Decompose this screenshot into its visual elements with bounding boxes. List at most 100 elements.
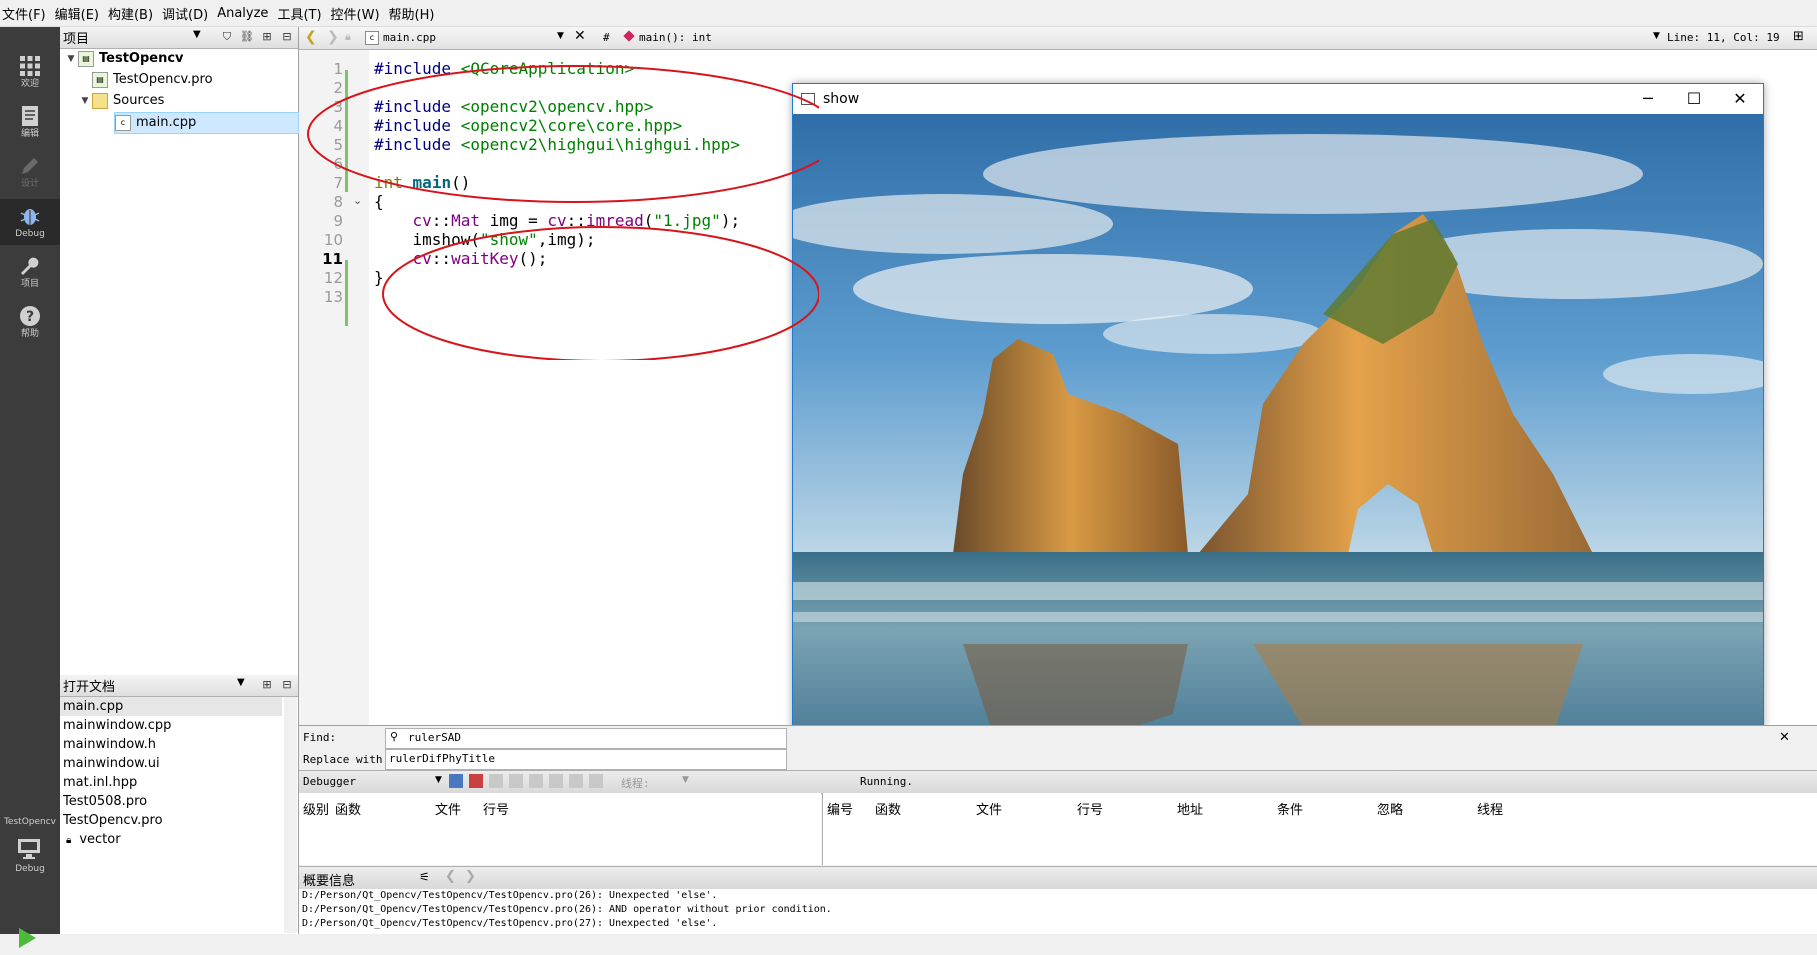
break-column-condition[interactable]: 条件 (1277, 799, 1303, 818)
tree-item-sources[interactable]: ▼ Sources (78, 91, 164, 111)
stack-column-function[interactable]: 函数 (335, 799, 361, 818)
chevron-down-icon[interactable]: ▼ (682, 775, 689, 785)
open-document-item[interactable]: mainwindow.ui (60, 754, 282, 773)
open-document-item[interactable]: 🔒︎ vector (60, 830, 282, 849)
expand-arrow-icon[interactable]: ▼ (78, 91, 92, 111)
step-into-icon[interactable] (509, 774, 523, 788)
stop-debug-icon[interactable] (469, 774, 483, 788)
stack-column-line[interactable]: 行号 (483, 799, 509, 818)
show-window-titlebar[interactable]: show ─ ☐ ✕ (793, 84, 1763, 114)
open-document-item[interactable]: mat.inl.hpp (60, 773, 282, 792)
code-line[interactable]: int main() (374, 172, 470, 194)
chevron-down-icon[interactable]: ▼ (557, 31, 564, 41)
run-button[interactable] (14, 925, 44, 955)
minimize-icon[interactable]: ─ (1625, 84, 1671, 114)
fold-arrow-icon[interactable]: ⌄ (353, 194, 362, 207)
break-column-file[interactable]: 文件 (976, 799, 1002, 818)
menu-analyze[interactable]: Analyze (217, 6, 277, 21)
step-out-icon[interactable] (529, 774, 543, 788)
break-column-number[interactable]: 编号 (827, 799, 853, 818)
mode-label: 帮助 (20, 329, 39, 339)
menu-help[interactable]: 帮助(H) (389, 4, 444, 23)
step-over-icon[interactable] (489, 774, 503, 788)
maximize-icon[interactable]: ☐ (1671, 84, 1717, 114)
close-document-icon[interactable]: ✕ (574, 28, 586, 44)
split-icon[interactable]: ⊞ (258, 28, 276, 46)
open-document-item[interactable]: main.cpp (60, 697, 282, 716)
stack-column-level[interactable]: 级别 (303, 799, 329, 818)
code-line[interactable]: #include <opencv2\highgui\highgui.hpp> (374, 134, 740, 156)
code-line[interactable]: } (374, 267, 384, 289)
find-input[interactable]: ⚲ rulerSAD (385, 728, 787, 749)
disassembly-icon[interactable] (589, 774, 603, 788)
mode-debug[interactable]: Debug (0, 199, 60, 245)
open-document-item[interactable]: mainwindow.h (60, 735, 282, 754)
menu-widgets[interactable]: 控件(W) (331, 4, 389, 23)
project-pane-title: 项目 (63, 32, 90, 47)
code-line[interactable]: #include <QCoreApplication> (374, 58, 634, 80)
mode-welcome[interactable]: 欢迎 (0, 49, 60, 95)
debugger-selector[interactable]: Debugger (303, 775, 356, 788)
kit-selector[interactable]: Debug (10, 837, 50, 883)
close-pane-icon[interactable]: ⊟ (278, 676, 296, 694)
break-column-function[interactable]: 函数 (875, 799, 901, 818)
menu-debug[interactable]: 调试(D) (162, 4, 217, 23)
code-line[interactable]: cv::waitKey(); (374, 248, 548, 270)
chevron-down-icon[interactable]: ▼ (193, 29, 201, 40)
stack-column-file[interactable]: 文件 (435, 799, 461, 818)
menu-edit[interactable]: 编辑(E) (55, 4, 108, 23)
mode-projects[interactable]: 项目 (0, 249, 60, 295)
chevron-down-icon[interactable]: ▼ (237, 677, 245, 688)
tree-item-pro-file[interactable]: ▤ TestOpencv.pro (92, 70, 213, 90)
mode-help[interactable]: ? 帮助 (0, 299, 60, 345)
mode-design[interactable]: 设计 (0, 149, 60, 195)
open-documents-scrollbar[interactable] (284, 697, 297, 933)
reverse-icon[interactable] (569, 774, 583, 788)
open-document-item[interactable]: TestOpencv.pro (60, 811, 282, 830)
chevron-down-icon[interactable]: ▼ (1653, 31, 1660, 41)
split-icon[interactable]: ⊞ (1793, 29, 1804, 44)
open-document-item[interactable]: mainwindow.cpp (60, 716, 282, 735)
restart-icon[interactable] (549, 774, 563, 788)
close-icon[interactable]: ✕ (1717, 84, 1763, 114)
kit-project-label: TestOpencv (3, 817, 57, 827)
expand-arrow-icon[interactable]: ▼ (64, 49, 78, 69)
filter-icon[interactable]: ⚟ (419, 870, 430, 884)
back-icon[interactable]: ❮ (445, 869, 456, 884)
message-line[interactable]: D:/Person/Qt_Opencv/TestOpencv/TestOpenc… (299, 889, 1817, 903)
tree-item-project[interactable]: ▼ ▤ TestOpencv (64, 49, 184, 69)
filter-icon[interactable]: ⛉ (218, 28, 236, 46)
replace-input[interactable]: rulerDifPhyTitle (385, 749, 787, 770)
back-icon[interactable]: ❮ (305, 29, 317, 45)
menu-file[interactable]: 文件(F) (0, 4, 55, 23)
message-line[interactable]: D:/Person/Qt_Opencv/TestOpencv/TestOpenc… (299, 903, 1817, 917)
menu-tools[interactable]: 工具(T) (277, 4, 330, 23)
break-column-ignore[interactable]: 忽略 (1377, 799, 1403, 818)
forward-icon[interactable]: ❯ (327, 29, 339, 45)
open-document-item[interactable]: Test0508.pro (60, 792, 282, 811)
change-marker (345, 260, 348, 326)
symbol-selector[interactable]: main(): int (639, 31, 712, 44)
break-column-address[interactable]: 地址 (1177, 799, 1203, 818)
close-find-icon[interactable]: ✕ (1779, 730, 1790, 745)
stack-view[interactable]: 级别 函数 文件 行号 (299, 793, 821, 865)
link-icon[interactable]: ⛓ (238, 28, 256, 46)
breakpoints-view[interactable]: 编号 函数 文件 行号 地址 条件 忽略 线程 (822, 793, 1817, 865)
tree-item-main-cpp[interactable]: c main.cpp (114, 112, 299, 134)
messages-list[interactable]: D:/Person/Qt_Opencv/TestOpencv/TestOpenc… (299, 889, 1817, 934)
close-pane-icon[interactable]: ⊟ (278, 28, 296, 46)
menu-build[interactable]: 构建(B) (108, 4, 162, 23)
break-column-thread[interactable]: 线程 (1477, 799, 1503, 818)
continue-icon[interactable] (449, 774, 463, 788)
chevron-down-icon[interactable]: ▼ (435, 775, 442, 785)
open-documents-pane: 打开文档 ▼ ⊞ ⊟ main.cpp mainwindow.cpp mainw… (60, 675, 299, 934)
mode-edit[interactable]: 编辑 (0, 99, 60, 145)
split-icon[interactable]: ⊞ (258, 676, 276, 694)
break-column-line[interactable]: 行号 (1077, 799, 1103, 818)
show-window[interactable]: show ─ ☐ ✕ (792, 83, 1764, 775)
editor-file-name[interactable]: main.cpp (383, 31, 436, 44)
forward-icon[interactable]: ❯ (465, 869, 476, 884)
grid-icon (18, 55, 42, 77)
message-line[interactable]: D:/Person/Qt_Opencv/TestOpencv/TestOpenc… (299, 917, 1817, 931)
mode-label: 项目 (20, 279, 39, 289)
